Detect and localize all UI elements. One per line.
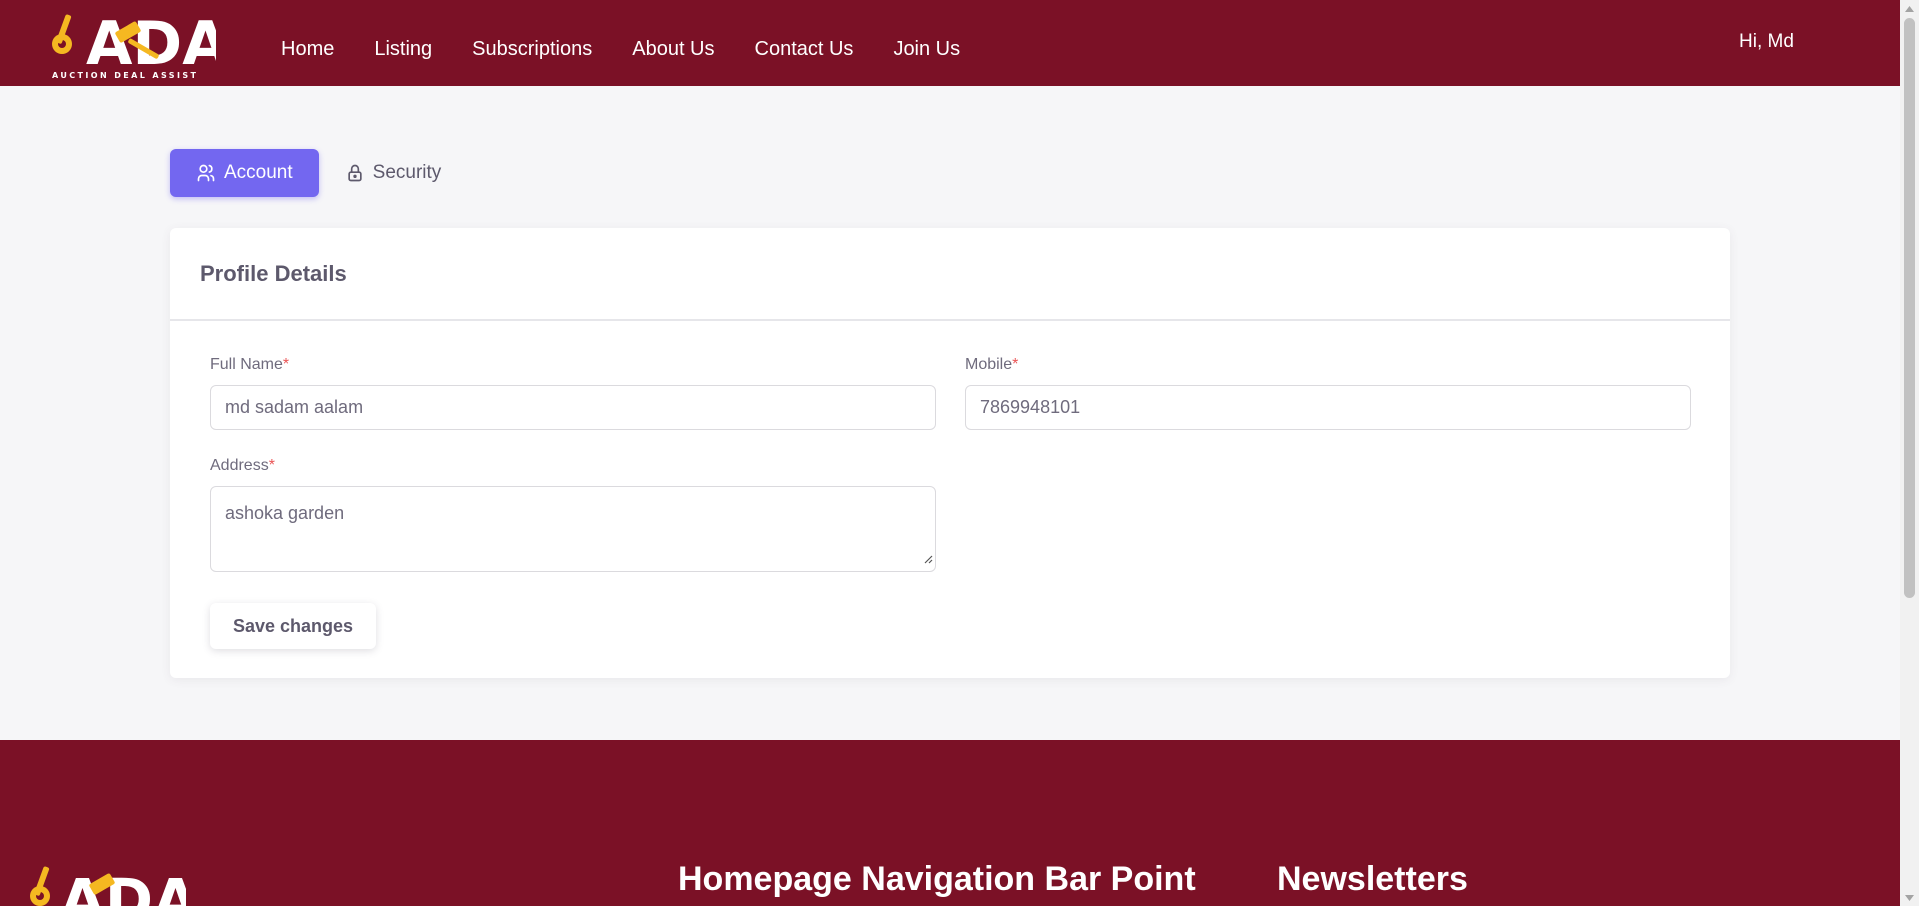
- vertical-scrollbar[interactable]: [1900, 0, 1919, 906]
- top-navbar: ADA AUCTION DEAL ASSIST Home Listing Sub…: [0, 0, 1900, 86]
- address-textarea[interactable]: ashoka garden: [210, 486, 936, 572]
- full-name-label-text: Full Name: [210, 356, 283, 373]
- footer-heading-newsletters: Newsletters: [1277, 860, 1468, 898]
- required-mark: *: [282, 356, 290, 373]
- footer-logo[interactable]: ADA: [26, 854, 198, 906]
- nav-listing[interactable]: Listing: [374, 38, 432, 61]
- resize-handle-icon[interactable]: [923, 548, 933, 569]
- divider: [170, 319, 1730, 321]
- nav-join-us[interactable]: Join Us: [893, 38, 960, 61]
- save-changes-button[interactable]: Save changes: [210, 603, 376, 649]
- logo-wordmark: ADA: [86, 9, 216, 79]
- mobile-value: 7869948101: [980, 397, 1081, 417]
- logo[interactable]: ADA AUCTION DEAL ASSIST: [46, 8, 216, 80]
- address-value: ashoka garden: [225, 503, 345, 523]
- footer-heading-navigation: Homepage Navigation Bar Point: [678, 860, 1196, 898]
- logo-tagline: AUCTION DEAL ASSIST: [52, 71, 198, 80]
- full-name-input[interactable]: md sadam aalam: [210, 385, 936, 430]
- nav-home[interactable]: Home: [281, 38, 334, 61]
- tab-security-label: Security: [372, 162, 442, 183]
- nav-contact-us[interactable]: Contact Us: [755, 38, 854, 61]
- card-title: Profile Details: [200, 261, 347, 286]
- users-icon: [196, 163, 216, 183]
- address-label: Address*: [210, 457, 275, 475]
- full-name-label: Full Name*: [210, 356, 289, 374]
- footer: ADA Homepage Navigation Bar Point Newsle…: [0, 740, 1900, 906]
- mobile-label-text: Mobile: [965, 356, 1013, 373]
- lock-icon: [345, 163, 365, 183]
- user-greeting[interactable]: Hi, Md: [1739, 31, 1794, 53]
- tab-account-label: Account: [224, 162, 293, 183]
- nav-subscriptions[interactable]: Subscriptions: [472, 38, 592, 61]
- mobile-input[interactable]: 7869948101: [965, 385, 1691, 430]
- main-nav: Home Listing Subscriptions About Us Cont…: [281, 38, 1000, 61]
- nav-about-us[interactable]: About Us: [632, 38, 714, 61]
- address-label-text: Address: [210, 457, 269, 474]
- required-mark: *: [1012, 356, 1019, 373]
- scroll-up-icon[interactable]: [1900, 0, 1919, 17]
- scroll-down-icon[interactable]: [1900, 889, 1919, 906]
- mobile-label: Mobile*: [965, 356, 1018, 374]
- footer-logo-wordmark: ADA: [60, 866, 186, 906]
- tab-security[interactable]: Security: [319, 149, 468, 197]
- profile-tabs: Account Security: [170, 149, 467, 197]
- scroll-thumb[interactable]: [1904, 18, 1915, 598]
- tab-account[interactable]: Account: [170, 149, 319, 197]
- full-name-value: md sadam aalam: [225, 397, 364, 417]
- profile-details-card: Profile Details Full Name* md sadam aala…: [170, 228, 1730, 678]
- required-mark: *: [268, 457, 275, 474]
